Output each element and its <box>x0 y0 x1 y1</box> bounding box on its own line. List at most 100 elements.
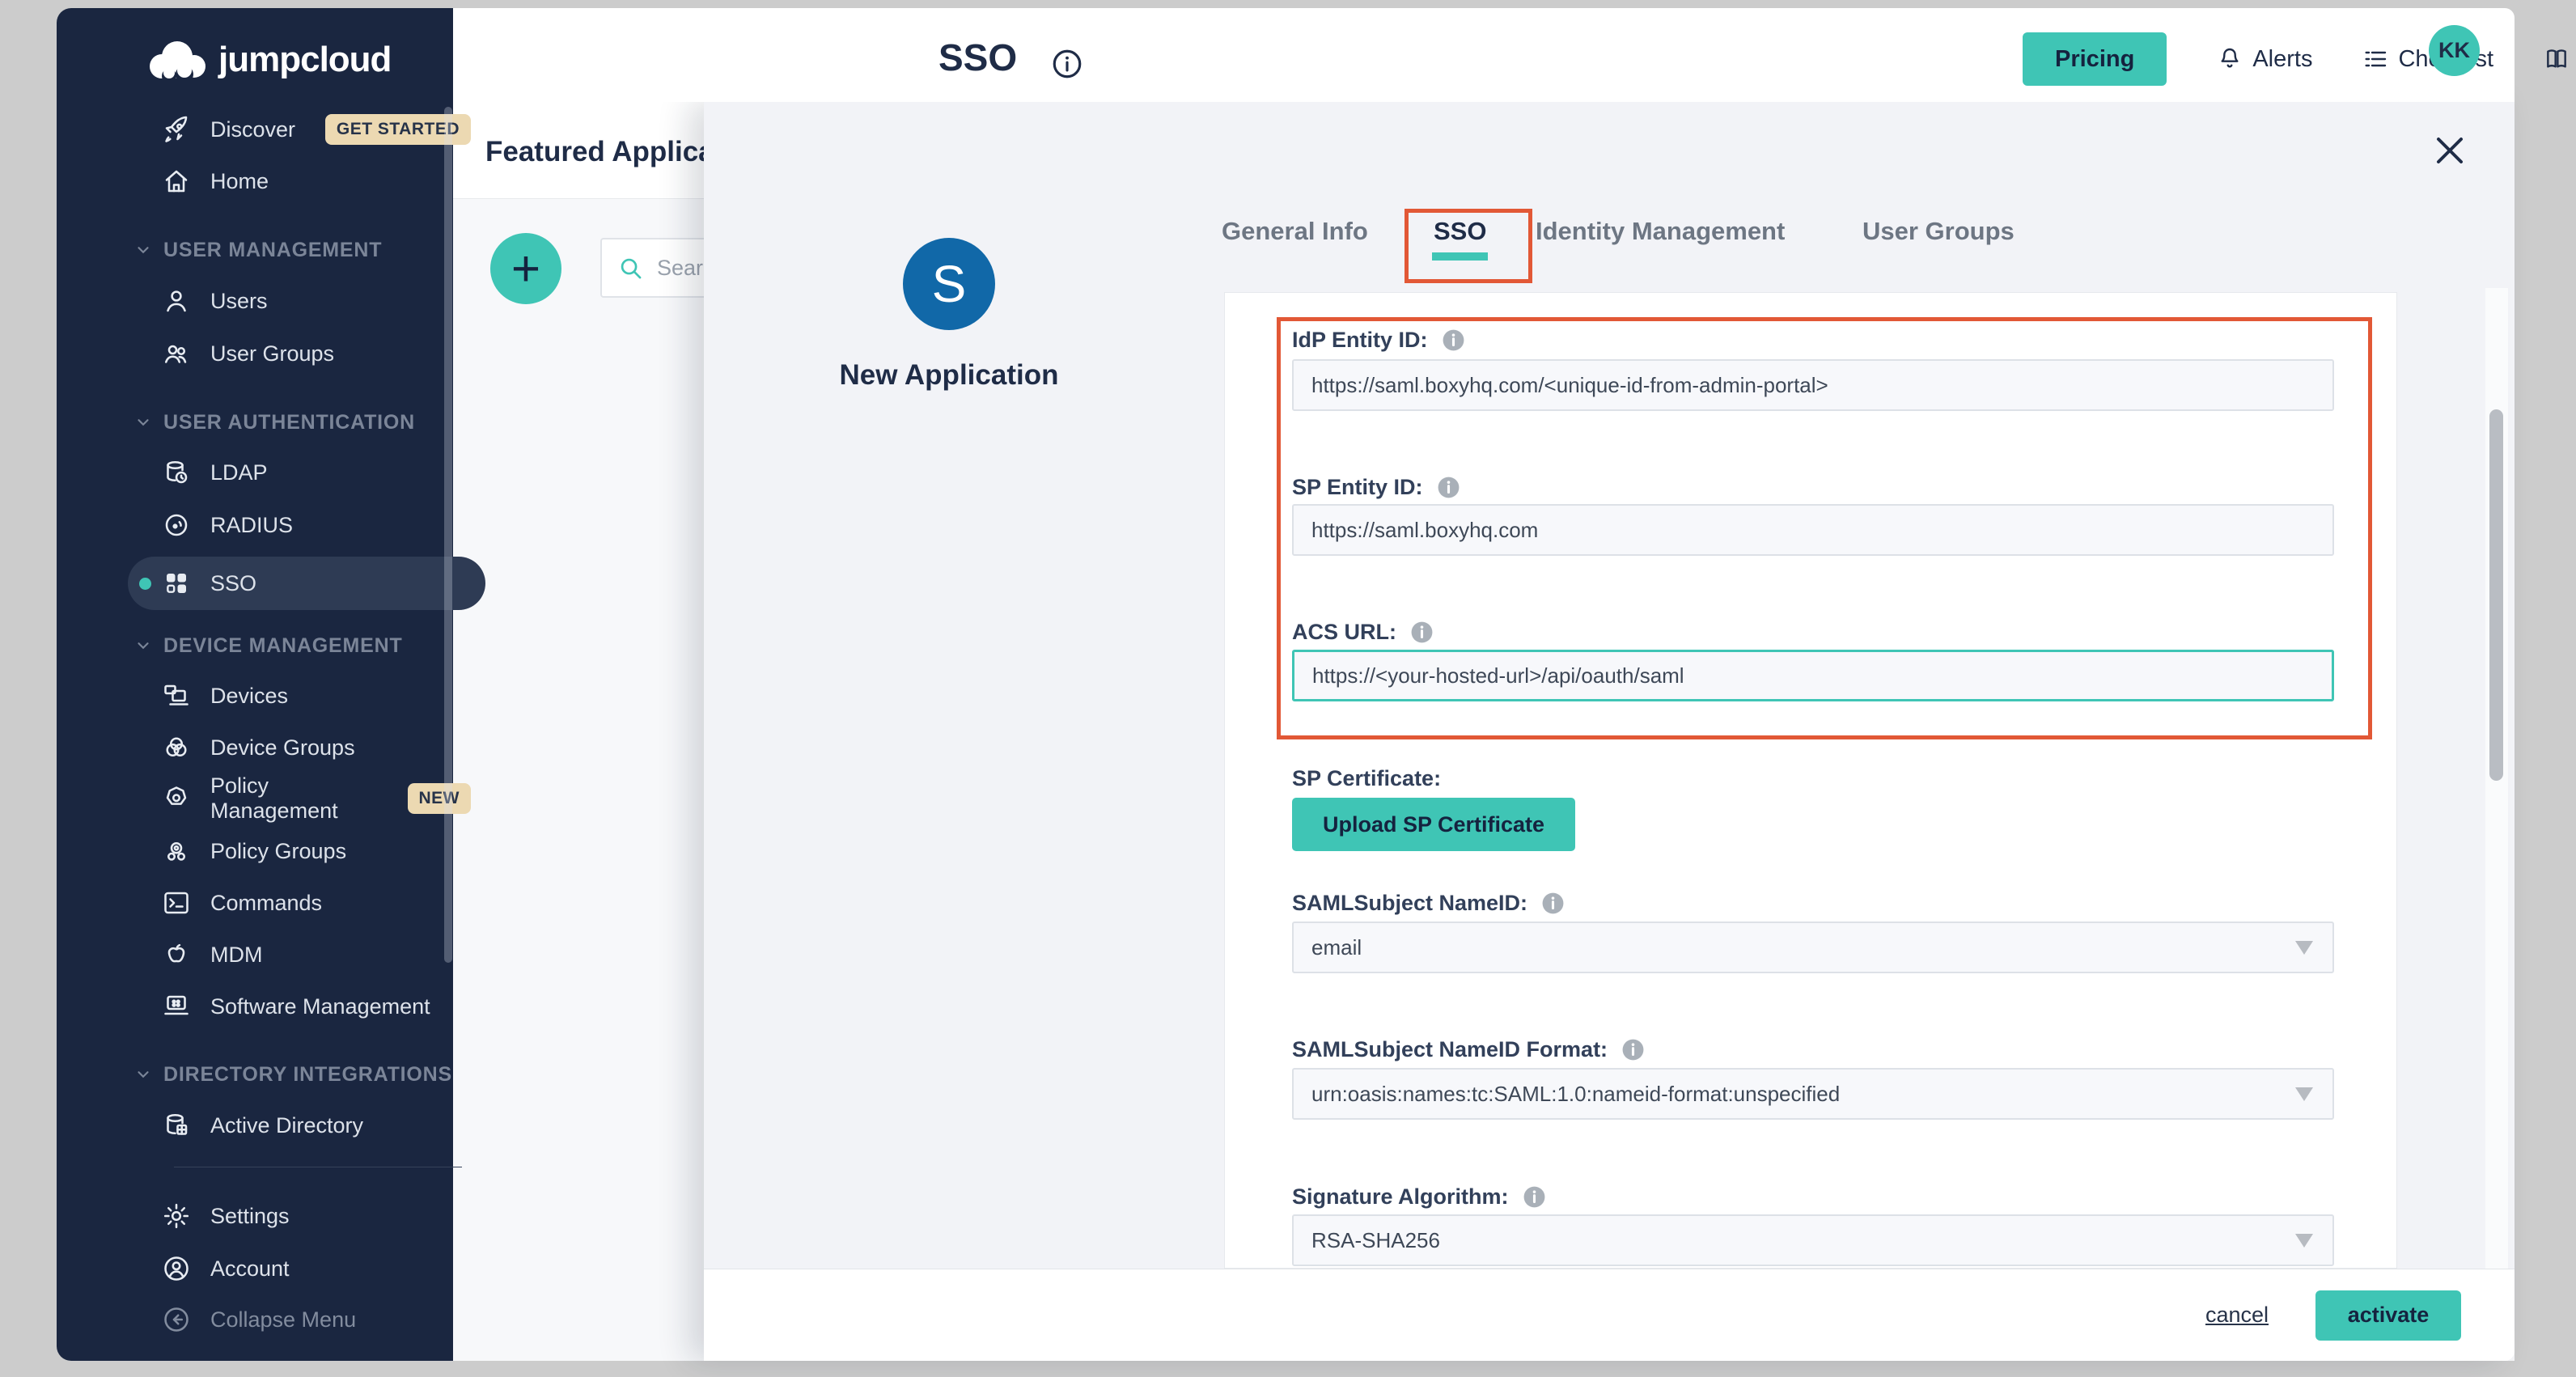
new-application-modal: S New Application General Info SSO Ident… <box>704 102 2515 1361</box>
section-user-management[interactable]: USER MANAGEMENT <box>134 234 482 266</box>
sidebar-item-label: RADIUS <box>210 513 293 538</box>
selected-value: RSA-SHA256 <box>1311 1228 1440 1253</box>
selected-value: email <box>1311 935 1362 960</box>
sidebar-item-active-directory[interactable]: Active Directory <box>128 1099 485 1151</box>
new-badge: NEW <box>408 783 472 814</box>
info-icon[interactable] <box>1540 891 1566 916</box>
sp-entity-id-input[interactable] <box>1292 504 2334 556</box>
sidebar-item-collapse-menu[interactable]: Collapse Menu <box>128 1294 485 1345</box>
software-laptop-icon <box>162 992 191 1021</box>
samlsubject-nameid-format-select[interactable]: urn:oasis:names:tc:SAML:1.0:nameid-forma… <box>1292 1068 2334 1120</box>
sidebar-scrollbar[interactable] <box>444 107 452 963</box>
sidebar-item-radius[interactable]: RADIUS <box>128 499 485 551</box>
sp-entity-id-label-row: SP Entity ID: <box>1292 475 1461 500</box>
tab-general-info[interactable]: General Info <box>1222 217 1368 246</box>
info-icon[interactable] <box>1441 328 1466 353</box>
featured-applications-title: Featured Applica <box>485 136 714 168</box>
sp-certificate-label-row: SP Certificate: <box>1292 766 1441 791</box>
sidebar-item-label: Policy Management <box>210 773 388 824</box>
sidebar-item-policy-groups[interactable]: Policy Groups <box>128 825 485 877</box>
acs-url-label-row: ACS URL: <box>1292 620 1434 645</box>
application-name: New Application <box>740 359 1158 392</box>
sp-certificate-label: SP Certificate: <box>1292 766 1441 791</box>
rocket-icon <box>162 115 191 144</box>
sidebar-item-home[interactable]: Home <box>128 155 485 207</box>
close-icon[interactable] <box>2430 131 2469 170</box>
sidebar-item-settings[interactable]: Settings <box>128 1190 485 1242</box>
sidebar-item-label: Discover <box>210 117 295 142</box>
tab-user-groups[interactable]: User Groups <box>1862 217 2015 246</box>
sidebar-item-label: Commands <box>210 891 322 916</box>
add-application-button[interactable]: + <box>490 233 561 304</box>
section-device-management[interactable]: DEVICE MANAGEMENT <box>134 629 482 662</box>
sidebar-item-label: Home <box>210 169 269 194</box>
modal-footer: cancel activate <box>704 1269 2515 1361</box>
sidebar-item-discover[interactable]: Discover GET STARTED <box>128 104 485 155</box>
activate-button[interactable]: activate <box>2315 1290 2461 1341</box>
info-icon[interactable] <box>1409 620 1434 645</box>
section-title: DEVICE MANAGEMENT <box>163 634 403 658</box>
modal-scrollbar-thumb[interactable] <box>2489 409 2503 781</box>
active-indicator-dot <box>139 578 151 590</box>
info-icon[interactable] <box>1436 475 1461 500</box>
sidebar-item-users[interactable]: Users <box>128 275 485 327</box>
section-title: USER MANAGEMENT <box>163 239 382 262</box>
signature-algorithm-select[interactable]: RSA-SHA256 <box>1292 1214 2334 1266</box>
sidebar-item-devices[interactable]: Devices <box>128 670 485 722</box>
application-avatar: S <box>903 238 995 330</box>
chevron-down-icon <box>134 1066 152 1083</box>
alerts-label: Alerts <box>2252 46 2312 73</box>
jumpcloud-cloud-icon <box>144 37 210 83</box>
sidebar-item-label: SSO <box>210 571 256 596</box>
upload-sp-certificate-button[interactable]: Upload SP Certificate <box>1292 798 1575 851</box>
signature-algorithm-label: Signature Algorithm: <box>1292 1184 1509 1210</box>
account-circle-icon <box>162 1254 191 1283</box>
book-icon <box>2544 46 2570 72</box>
idp-entity-id-input[interactable] <box>1292 359 2334 411</box>
collapse-arrow-icon <box>162 1305 191 1334</box>
idp-entity-id-label-row: IdP Entity ID: <box>1292 328 1466 353</box>
terminal-icon <box>162 888 191 917</box>
sidebar-item-account[interactable]: Account <box>128 1243 485 1294</box>
user-avatar[interactable]: KK <box>2429 25 2480 76</box>
jumpcloud-logo[interactable]: jumpcloud <box>144 37 391 83</box>
chevron-down-icon <box>134 413 152 431</box>
acs-url-input[interactable] <box>1292 650 2334 701</box>
top-header: SSO Pricing Alerts Checklist <box>453 8 2515 102</box>
cancel-link[interactable]: cancel <box>2205 1303 2269 1328</box>
venn-icon <box>162 733 191 762</box>
sidebar-item-ldap[interactable]: LDAP <box>128 447 485 498</box>
dropdown-caret-icon <box>2295 941 2313 955</box>
section-directory-integrations[interactable]: DIRECTORY INTEGRATIONS <box>134 1058 482 1091</box>
sidebar-item-mdm[interactable]: MDM <box>128 929 485 981</box>
selected-value: urn:oasis:names:tc:SAML:1.0:nameid-forma… <box>1311 1082 1840 1107</box>
pricing-button[interactable]: Pricing <box>2023 32 2167 86</box>
tab-sso[interactable]: SSO <box>1434 217 1486 246</box>
radius-dial-icon <box>162 511 191 540</box>
section-user-authentication[interactable]: USER AUTHENTICATION <box>134 406 482 439</box>
samlsubject-nameid-label: SAMLSubject NameID: <box>1292 891 1527 916</box>
alerts-button[interactable]: Alerts <box>2217 46 2312 73</box>
sidebar-item-commands[interactable]: Commands <box>128 877 485 929</box>
home-icon <box>162 167 191 196</box>
sidebar-item-user-groups[interactable]: User Groups <box>128 328 485 379</box>
info-icon[interactable] <box>1522 1184 1547 1210</box>
resources-button[interactable]: Resources <box>2544 46 2576 73</box>
tab-identity-management[interactable]: Identity Management <box>1536 217 1785 246</box>
section-title: USER AUTHENTICATION <box>163 411 415 434</box>
sidebar-item-label: Active Directory <box>210 1113 363 1138</box>
nameid-label-row: SAMLSubject NameID: <box>1292 891 1566 916</box>
sidebar-item-sso[interactable]: SSO <box>128 557 485 610</box>
sidebar-item-label: Policy Groups <box>210 839 346 864</box>
samlsubject-nameid-select[interactable]: email <box>1292 922 2334 973</box>
chevron-down-icon <box>134 637 152 655</box>
sp-entity-id-label: SP Entity ID: <box>1292 475 1423 500</box>
sidebar-item-device-groups[interactable]: Device Groups <box>128 722 485 773</box>
sidebar-item-label: Collapse Menu <box>210 1307 356 1333</box>
info-circle-icon[interactable] <box>1050 47 1084 81</box>
policy-gear-icon <box>162 784 191 813</box>
sidebar-item-policy-management[interactable]: Policy Management NEW <box>128 773 485 824</box>
sidebar-item-software-management[interactable]: Software Management <box>128 981 485 1032</box>
info-icon[interactable] <box>1621 1037 1646 1062</box>
sidebar-item-label: Account <box>210 1256 290 1282</box>
